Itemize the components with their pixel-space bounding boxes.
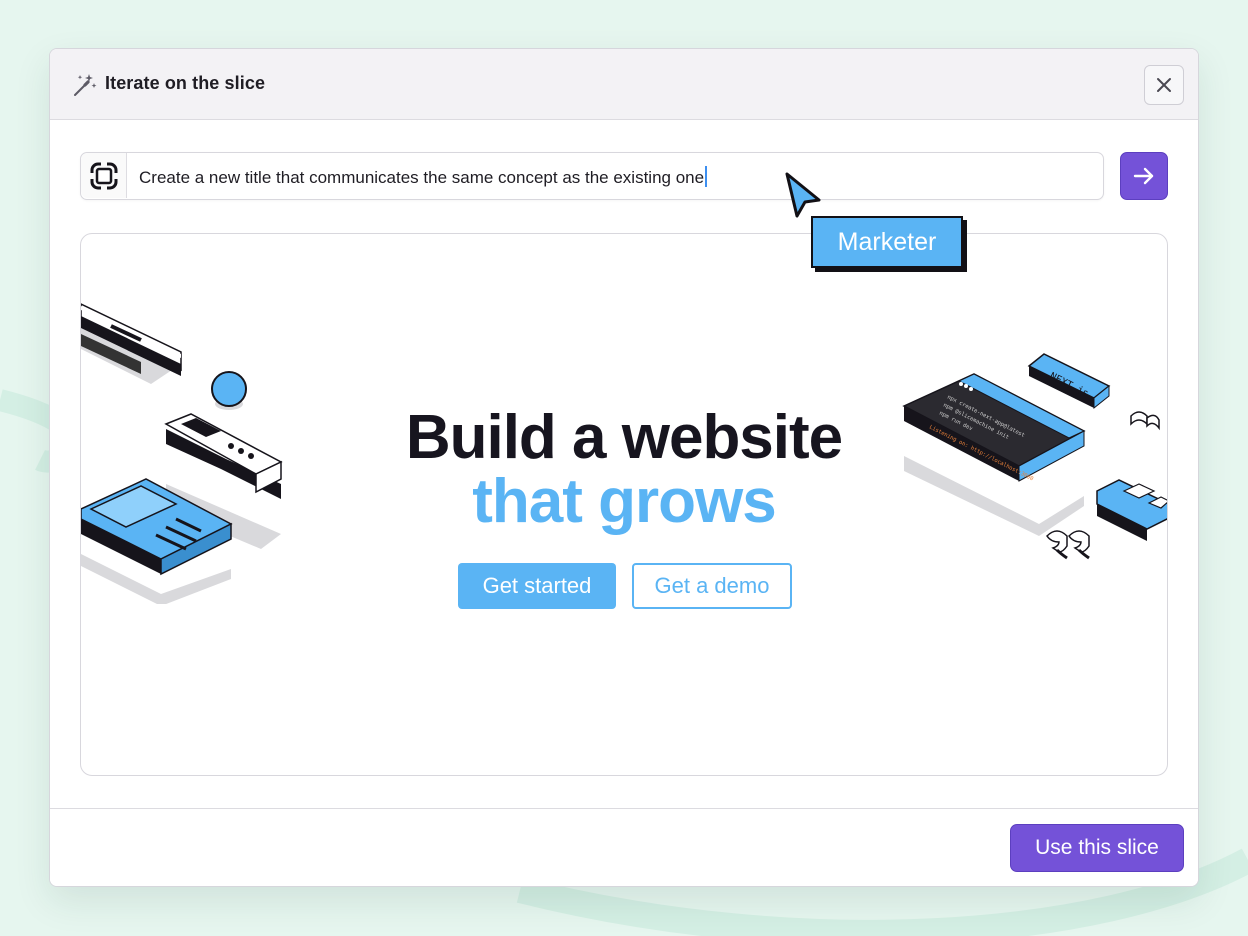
- mouse-pointer-icon: [785, 172, 821, 218]
- slice-preview: NEXT.js npx create-next-app@latest npm @…: [80, 233, 1168, 776]
- iterate-slice-modal: Iterate on the slice Create a new title …: [49, 48, 1199, 887]
- hero-headline-line2: that grows: [472, 467, 776, 536]
- prompt-input-field[interactable]: Create a new title that communicates the…: [80, 152, 1104, 200]
- get-a-demo-button[interactable]: Get a demo: [632, 563, 792, 609]
- submit-prompt-button[interactable]: [1120, 152, 1168, 200]
- modal-footer: Use this slice: [50, 808, 1198, 886]
- close-button[interactable]: [1144, 65, 1184, 105]
- use-this-slice-button[interactable]: Use this slice: [1010, 824, 1184, 872]
- modal-header: Iterate on the slice: [50, 49, 1198, 120]
- prismic-logo-icon: [81, 153, 127, 198]
- get-started-button[interactable]: Get started: [458, 563, 616, 609]
- persona-label: Marketer: [811, 216, 963, 268]
- text-caret: [705, 166, 708, 187]
- prompt-text: Create a new title that communicates the…: [139, 166, 708, 188]
- arrow-right-icon: [1133, 167, 1154, 185]
- magic-wand-icon: [74, 74, 97, 96]
- hero-headline-line1: Build a website: [405, 403, 843, 472]
- modal-title: Iterate on the slice: [105, 73, 266, 93]
- close-icon: [1157, 78, 1171, 92]
